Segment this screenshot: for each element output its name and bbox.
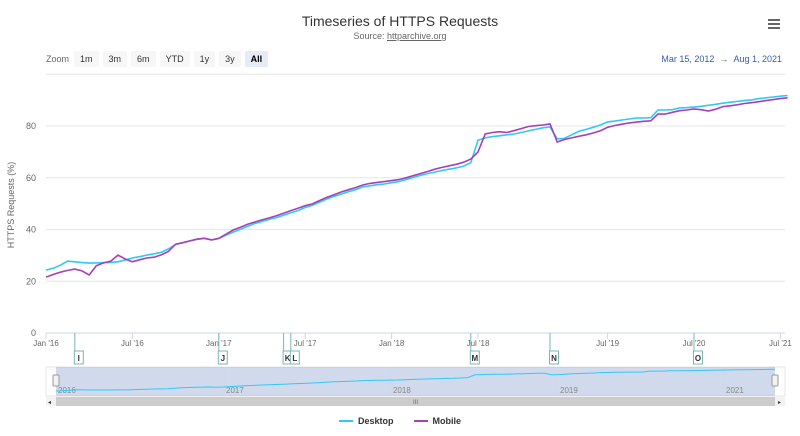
navigator-handle-left[interactable] [52, 374, 60, 387]
zoom-ytd-button[interactable]: YTD [159, 51, 190, 67]
zoom-3m-button[interactable]: 3m [102, 51, 128, 67]
series-line-mobile[interactable] [45, 97, 788, 278]
chart-subtitle: Source: httparchive.org [0, 31, 800, 41]
legend-item-desktop[interactable]: Desktop [338, 416, 394, 426]
zoom-label: Zoom [46, 54, 70, 64]
x-tick-label: Jul '19 [596, 339, 619, 348]
flag-label: N [551, 354, 557, 363]
legend: Desktop Mobile [0, 416, 800, 426]
scroll-left-arrow-icon[interactable]: ◂ [48, 400, 51, 406]
y-tick-label: 20 [26, 276, 36, 286]
navigator-handle-right[interactable] [771, 374, 779, 387]
x-tick-label: Jul '17 [294, 339, 317, 348]
navigator-year-label: 2019 [560, 386, 578, 395]
hamburger-menu-icon[interactable] [768, 19, 780, 30]
series-line-desktop[interactable] [45, 94, 788, 271]
navigator-year-label: 2017 [226, 386, 244, 395]
flag-label: L [292, 354, 297, 363]
range-to-input[interactable]: Aug 1, 2021 [733, 54, 782, 64]
x-tick-label: Jan '18 [379, 339, 405, 348]
zoom-controls: Zoom 1m 3m 6m YTD 1y 3y All [46, 51, 272, 67]
scrollbar-grip-icon: III [413, 400, 418, 406]
flag-label: J [221, 354, 225, 363]
y-tick-label: 80 [26, 121, 36, 131]
x-tick-label: Jul '21 [769, 339, 792, 348]
y-tick-label: 0 [31, 328, 36, 338]
range-from-input[interactable]: Mar 15, 2012 [661, 54, 714, 64]
zoom-6m-button[interactable]: 6m [131, 51, 156, 67]
flag-label: M [471, 354, 478, 363]
legend-swatch-desktop [338, 420, 353, 422]
range-arrow: → [719, 54, 729, 64]
y-tick-label: 60 [26, 173, 36, 183]
flag-label: O [695, 354, 701, 363]
y-tick-label: 40 [26, 225, 36, 235]
zoom-1m-button[interactable]: 1m [74, 51, 99, 67]
x-tick-label: Jul '16 [121, 339, 144, 348]
legend-label-mobile: Mobile [432, 416, 462, 426]
navigator-year-label: 2018 [393, 386, 411, 395]
legend-label-desktop: Desktop [357, 416, 394, 426]
zoom-3y-button[interactable]: 3y [219, 51, 241, 67]
zoom-1y-button[interactable]: 1y [193, 51, 216, 67]
x-tick-label: Jul '18 [467, 339, 490, 348]
date-range: Mar 15, 2012 → Aug 1, 2021 [661, 54, 782, 64]
source-link[interactable]: httparchive.org [387, 31, 447, 41]
flag-label: I [78, 354, 80, 363]
scroll-right-arrow-icon[interactable]: ▸ [778, 400, 781, 406]
x-tick-label: Jan '16 [33, 339, 59, 348]
legend-item-mobile[interactable]: Mobile [413, 416, 462, 426]
legend-swatch-mobile [413, 420, 428, 422]
chart-title: Timeseries of HTTPS Requests [301, 13, 499, 29]
zoom-all-button[interactable]: All [244, 51, 269, 67]
subtitle-prefix: Source: [353, 31, 387, 41]
navigator-year-label: 2021 [726, 386, 744, 395]
y-axis-title: HTTPS Requests (%) [6, 162, 16, 249]
